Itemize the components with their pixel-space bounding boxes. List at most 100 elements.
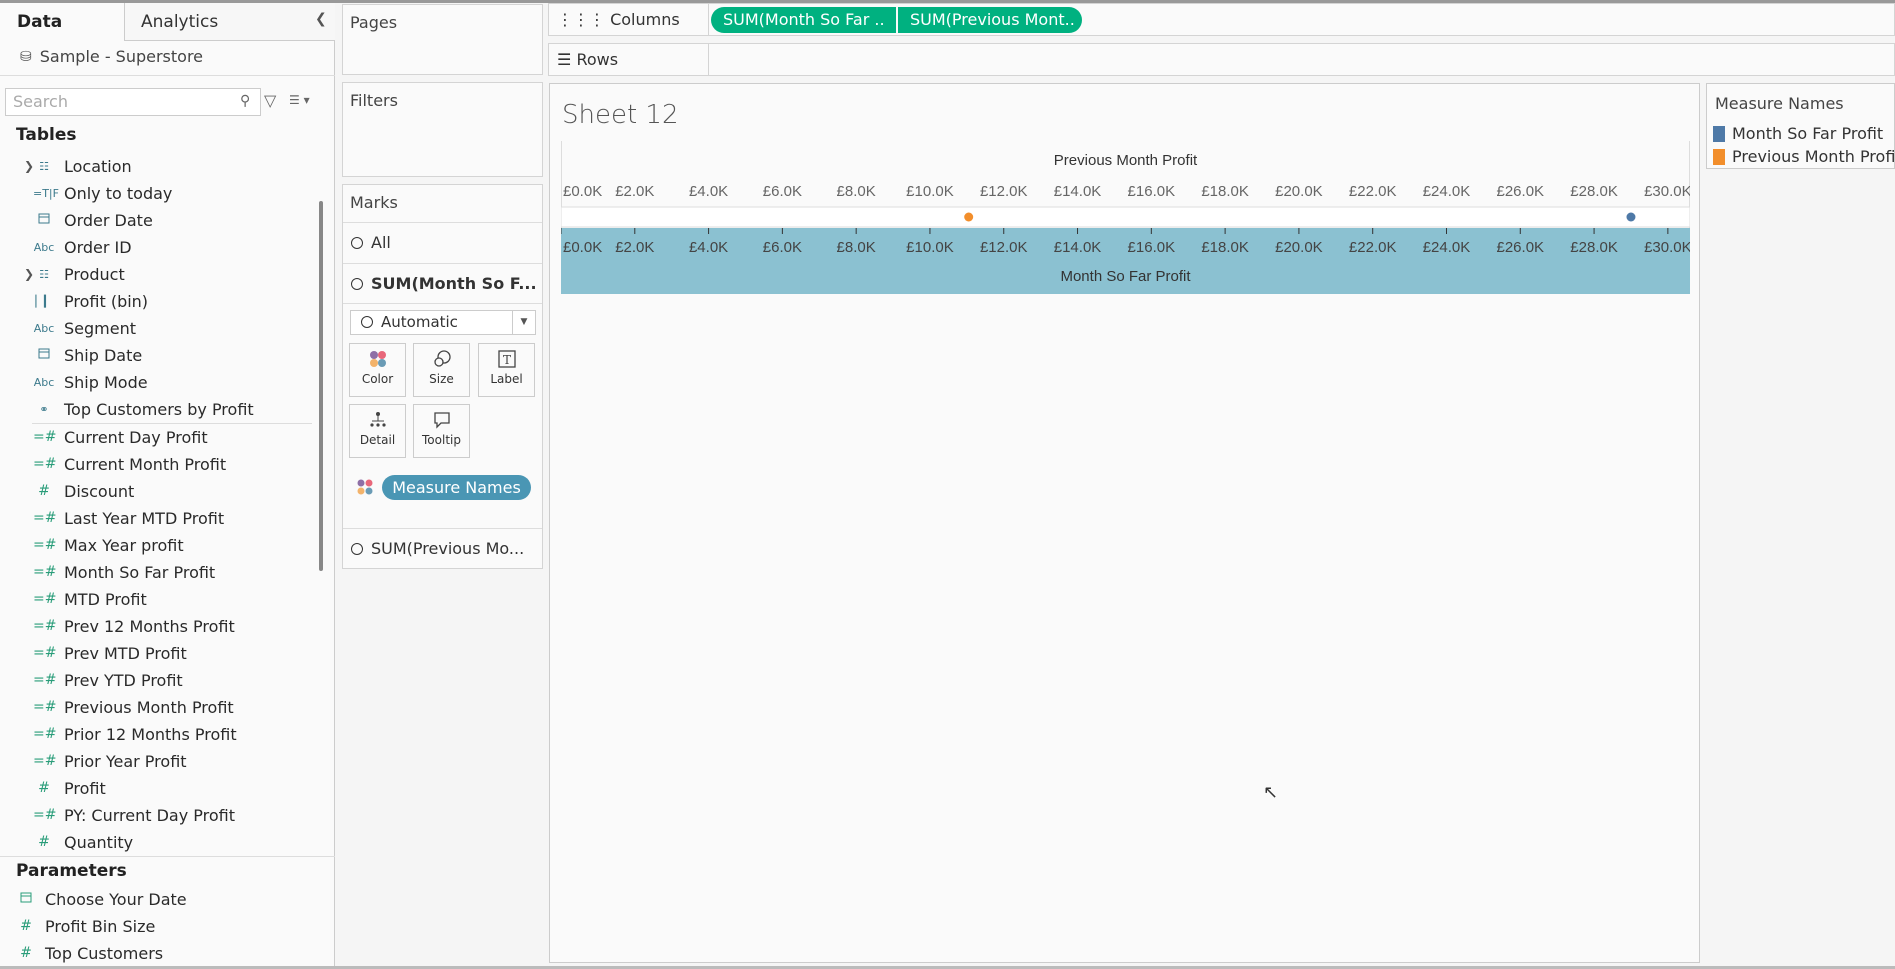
field-label: Max Year profit bbox=[64, 535, 184, 555]
tooltip-label: Tooltip bbox=[422, 433, 461, 447]
detail-label: Detail bbox=[359, 433, 396, 447]
column-pill-month-so-far[interactable]: SUM(Month So Far .. bbox=[711, 7, 896, 33]
chart[interactable]: Previous Month Profit Month So Far Profit… bbox=[561, 141, 1690, 294]
filters-card[interactable]: Filters bbox=[342, 82, 543, 177]
mark-type-dropdown[interactable]: Automatic ▼ bbox=[350, 310, 536, 335]
calc-measure-icon: =# bbox=[33, 807, 57, 824]
tab-analytics[interactable]: Analytics bbox=[124, 3, 335, 41]
filters-title: Filters bbox=[350, 91, 398, 110]
legend-item-previous-month[interactable]: Previous Month Profit bbox=[1713, 147, 1895, 166]
field-item[interactable]: =# Max Year profit bbox=[0, 532, 320, 559]
field-item[interactable]: =# Last Year MTD Profit bbox=[0, 505, 320, 532]
field-item[interactable]: =# Prev 12 Months Profit bbox=[0, 613, 320, 640]
tables-heading: Tables bbox=[16, 125, 77, 145]
field-label: Ship Mode bbox=[64, 373, 148, 393]
scrollbar[interactable] bbox=[319, 201, 323, 571]
field-item[interactable]: =# PY: Current Day Profit bbox=[0, 802, 320, 829]
field-item[interactable]: =# Current Day Profit bbox=[0, 424, 320, 451]
collapse-pane-icon[interactable]: ❮ bbox=[315, 11, 327, 27]
detail-icon bbox=[350, 405, 405, 433]
field-item[interactable]: =# Prior 12 Months Profit bbox=[0, 721, 320, 748]
field-item[interactable]: # Discount bbox=[0, 478, 320, 505]
calc-measure-icon: =# bbox=[33, 563, 57, 580]
datasource-name: Sample - Superstore bbox=[39, 47, 204, 66]
calc-measure-icon: =# bbox=[33, 509, 57, 526]
bottom-tick-label: £4.0K bbox=[689, 239, 728, 256]
legend-swatch bbox=[1713, 148, 1725, 165]
field-label: Ship Date bbox=[64, 346, 143, 366]
view-options-icon[interactable]: ☰ ▾ bbox=[289, 93, 310, 107]
field-item[interactable]: =# Month So Far Profit bbox=[0, 559, 320, 586]
circle-icon bbox=[351, 278, 363, 290]
field-item[interactable]: =# Prev MTD Profit bbox=[0, 640, 320, 667]
marks-all[interactable]: All bbox=[343, 222, 542, 262]
marks-card-previous-month[interactable]: SUM(Previous Mo... bbox=[343, 528, 542, 568]
text-label-icon: T bbox=[479, 344, 534, 372]
parameter-item[interactable]: # Profit Bin Size bbox=[0, 913, 320, 940]
parameter-label: Choose Your Date bbox=[45, 890, 187, 909]
field-item[interactable]: =# Current Month Profit bbox=[0, 451, 320, 478]
parameter-item[interactable]: Choose Your Date bbox=[0, 886, 320, 913]
rows-label: ☰ Rows bbox=[549, 44, 709, 75]
calc-measure-icon: =# bbox=[33, 428, 57, 445]
bottom-axis-title: Month So Far Profit bbox=[1060, 268, 1191, 285]
divider bbox=[0, 856, 335, 857]
field-label: Month So Far Profit bbox=[64, 562, 216, 582]
field-item[interactable]: =# Prior Year Profit bbox=[0, 748, 320, 775]
measure-icon: # bbox=[38, 780, 50, 797]
rows-shelf[interactable]: ☰ Rows bbox=[548, 43, 1895, 76]
bin-icon: ▏▎ bbox=[35, 295, 53, 309]
circle-icon bbox=[361, 316, 373, 328]
pages-card[interactable]: Pages bbox=[342, 4, 543, 75]
sheet-title[interactable]: Sheet 12 bbox=[562, 100, 679, 130]
field-item[interactable]: Abc Ship Mode bbox=[0, 369, 320, 396]
datasource[interactable]: ⛁ Sample - Superstore bbox=[20, 47, 203, 66]
marks-card-month-so-far[interactable]: SUM(Month So F... bbox=[343, 263, 542, 303]
tooltip-button[interactable]: Tooltip bbox=[413, 404, 470, 458]
top-tick-label: £12.0K bbox=[980, 183, 1028, 200]
field-item[interactable]: =# MTD Profit bbox=[0, 586, 320, 613]
top-tick-label: £26.0K bbox=[1497, 183, 1545, 200]
bottom-tick-label: £10.0K bbox=[906, 239, 954, 256]
size-icon bbox=[414, 344, 469, 372]
calc-measure-icon: =# bbox=[33, 699, 57, 715]
column-pill-previous-month[interactable]: SUM(Previous Mont.. bbox=[898, 7, 1082, 33]
tab-data[interactable]: Data bbox=[0, 3, 124, 41]
filter-icon[interactable]: ▽ bbox=[264, 91, 276, 110]
field-item[interactable]: ⚭ Top Customers by Profit bbox=[0, 396, 320, 423]
legend-label: Previous Month Profit bbox=[1732, 147, 1895, 166]
field-item[interactable]: Abc Segment bbox=[0, 315, 320, 342]
size-button[interactable]: Size bbox=[413, 343, 470, 397]
measure-icon: # bbox=[38, 482, 50, 499]
search-icon[interactable]: ⚲ bbox=[240, 93, 250, 109]
legend-item-month-so-far[interactable]: Month So Far Profit bbox=[1713, 124, 1883, 143]
field-item[interactable]: ❯ ☷ Location bbox=[0, 153, 320, 180]
divider bbox=[343, 303, 542, 304]
bottom-tick-label: £12.0K bbox=[980, 239, 1028, 256]
parameter-item[interactable]: # Top Customers bbox=[0, 940, 320, 967]
field-item[interactable]: Order Date bbox=[0, 207, 320, 234]
label-button[interactable]: T Label bbox=[478, 343, 535, 397]
field-label: Prev 12 Months Profit bbox=[64, 616, 235, 636]
field-item[interactable]: =# Previous Month Profit bbox=[0, 694, 320, 721]
top-tick-label: £18.0K bbox=[1201, 183, 1249, 200]
field-item[interactable]: # Quantity bbox=[0, 829, 320, 856]
search-input[interactable]: Search bbox=[5, 88, 261, 116]
field-item[interactable]: Abc Order ID bbox=[0, 234, 320, 261]
field-item[interactable]: =T|F Only to today bbox=[0, 180, 320, 207]
detail-button[interactable]: Detail bbox=[349, 404, 406, 458]
field-item[interactable]: Ship Date bbox=[0, 342, 320, 369]
color-button[interactable]: Color bbox=[349, 343, 406, 397]
field-item[interactable]: # Profit bbox=[0, 775, 320, 802]
field-item[interactable]: ▏▎ Profit (bin) bbox=[0, 288, 320, 315]
field-item[interactable]: ❯ ☷ Product bbox=[0, 261, 320, 288]
abc-icon: Abc bbox=[33, 241, 55, 255]
worksheet-view[interactable]: Sheet 12 Previous Month Profit Month So F… bbox=[549, 83, 1700, 963]
measure-names-pill[interactable]: Measure Names bbox=[382, 475, 531, 500]
columns-icon: ⋮⋮⋮ bbox=[557, 10, 611, 29]
columns-shelf[interactable]: ⋮⋮⋮ Columns SUM(Month So Far .. SUM(Prev… bbox=[548, 3, 1895, 36]
calc-measure-icon: =# bbox=[33, 726, 57, 743]
field-item[interactable]: =# Prev YTD Profit bbox=[0, 667, 320, 694]
field-label: Prev MTD Profit bbox=[64, 643, 187, 663]
calendar-icon bbox=[16, 886, 36, 913]
